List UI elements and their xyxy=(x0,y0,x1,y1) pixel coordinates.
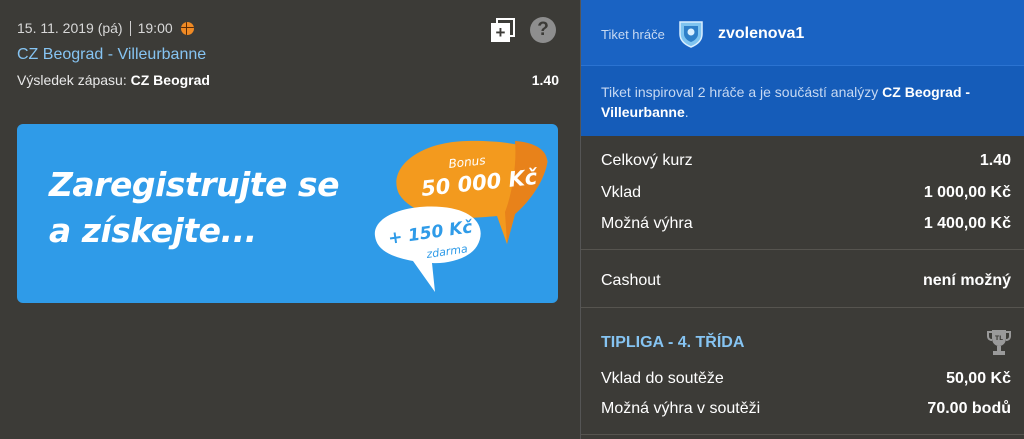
cashout-row: Cashout není možný xyxy=(601,272,1011,290)
meta-separator xyxy=(129,20,131,36)
divider xyxy=(581,307,1024,308)
copy-ticket-icon: + xyxy=(491,23,510,42)
ticket-panel: Tiket hráče zvolenova1 Tiket inspiroval … xyxy=(580,0,1024,439)
ticket-header-label: Tiket hráče xyxy=(601,27,665,42)
total-odds-label: Celkový kurz xyxy=(601,152,693,169)
stake-row: Vklad 1 000,00 Kč xyxy=(601,184,1011,202)
divider xyxy=(581,434,1024,435)
possible-win-row: Možná výhra 1 400,00 Kč xyxy=(601,215,1011,233)
promo-banner[interactable]: Zaregistrujte se a získejte... Bonus 50 … xyxy=(17,124,558,303)
info-text: Tiket inspiroval 2 hráče a je součástí a… xyxy=(601,84,883,100)
league-win-value: 70.00 bodů xyxy=(927,400,1011,417)
event-panel: 15. 11. 2019 (pá) 19:00 CZ Beograd - Vil… xyxy=(0,0,579,439)
league-win-label: Možná výhra v soutěži xyxy=(601,400,761,417)
result-label: Výsledek zápasu: xyxy=(17,72,127,88)
player-avatar-icon[interactable] xyxy=(677,18,705,48)
stake-label: Vklad xyxy=(601,184,642,201)
league-stake-row: Vklad do soutěže 50,00 Kč xyxy=(601,370,1011,388)
banner-bubbles: Bonus 50 000 Kč + 150 Kč zdarma xyxy=(374,140,548,292)
trophy-icon: TL xyxy=(987,330,1011,355)
league-stake-label: Vklad do soutěže xyxy=(601,370,724,387)
svg-text:TL: TL xyxy=(995,335,1003,342)
possible-win-value: 1 400,00 Kč xyxy=(923,215,1011,232)
divider xyxy=(581,249,1024,250)
result-odds: 1.40 xyxy=(531,72,559,88)
league-win-row: Možná výhra v soutěži 70.00 bodů xyxy=(601,400,1011,418)
cashout-label: Cashout xyxy=(601,272,661,289)
result-pick: CZ Beograd xyxy=(130,72,210,88)
cashout-value: není možný xyxy=(922,272,1011,289)
stake-value: 1 000,00 Kč xyxy=(923,184,1011,201)
ticket-info-text: Tiket inspiroval 2 hráče a je součástí a… xyxy=(601,82,1001,122)
basketball-icon xyxy=(180,21,194,35)
banner-headline: Zaregistrujte se a získejte... xyxy=(49,162,339,254)
info-end: . xyxy=(684,104,689,120)
banner-line-1: Zaregistrujte se xyxy=(49,165,339,204)
event-meta: 15. 11. 2019 (pá) 19:00 xyxy=(17,20,194,36)
banner-line-2: a získejte... xyxy=(49,211,257,250)
total-odds-row: Celkový kurz 1.40 xyxy=(601,152,1011,170)
total-odds-value: 1.40 xyxy=(979,152,1011,169)
ticket-header: Tiket hráče zvolenova1 xyxy=(581,0,1024,65)
copy-ticket-button[interactable]: + xyxy=(491,18,515,42)
player-name[interactable]: zvolenova1 xyxy=(718,25,804,43)
possible-win-label: Možná výhra xyxy=(601,215,693,232)
match-link[interactable]: CZ Beograd - Villeurbanne xyxy=(17,46,206,64)
help-button[interactable]: ? xyxy=(530,17,556,43)
ticket-info: Tiket inspiroval 2 hráče a je součástí a… xyxy=(581,65,1024,136)
league-title[interactable]: TIPLIGA - 4. TŘÍDA xyxy=(601,334,744,352)
market-result: Výsledek zápasu: CZ Beograd xyxy=(17,72,210,88)
event-time: 19:00 xyxy=(137,20,173,36)
event-date: 15. 11. 2019 (pá) xyxy=(17,20,123,36)
league-stake-value: 50,00 Kč xyxy=(946,370,1011,387)
